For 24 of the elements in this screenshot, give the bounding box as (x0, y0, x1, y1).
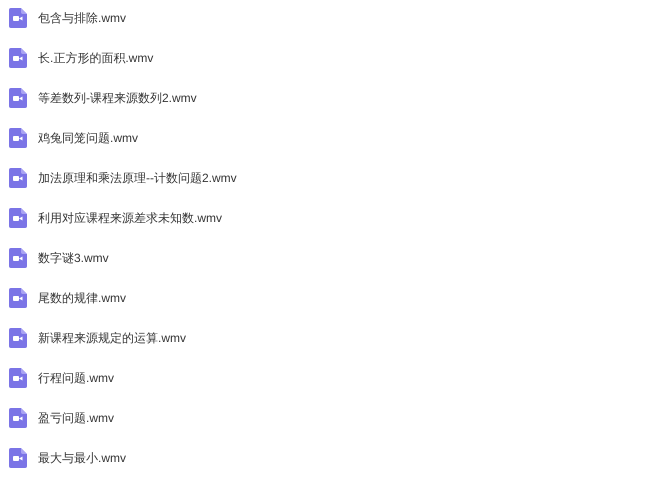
video-file-icon (9, 368, 27, 388)
video-file-icon (9, 8, 27, 28)
file-name[interactable]: 最大与最小.wmv (38, 449, 126, 467)
file-name[interactable]: 新课程来源规定的运算.wmv (38, 329, 186, 347)
file-name[interactable]: 鸡兔同笼问题.wmv (38, 129, 138, 147)
video-file-icon (9, 288, 27, 308)
file-name[interactable]: 行程问题.wmv (38, 369, 114, 387)
file-name[interactable]: 数字谜3.wmv (38, 249, 109, 267)
video-file-icon (9, 448, 27, 468)
file-name[interactable]: 等差数列-课程来源数列2.wmv (38, 89, 197, 107)
file-name[interactable]: 加法原理和乘法原理--计数问题2.wmv (38, 169, 237, 187)
video-file-icon (9, 168, 27, 188)
video-file-icon (9, 128, 27, 148)
video-file-icon (9, 408, 27, 428)
file-name[interactable]: 长.正方形的面积.wmv (38, 49, 154, 67)
file-name[interactable]: 尾数的规律.wmv (38, 289, 126, 307)
video-file-icon (9, 248, 27, 268)
video-file-icon (9, 88, 27, 108)
file-name[interactable]: 包含与排除.wmv (38, 9, 126, 27)
file-name[interactable]: 利用对应课程来源差求未知数.wmv (38, 209, 222, 227)
video-file-icon (9, 48, 27, 68)
video-file-icon (9, 208, 27, 228)
video-file-icon (9, 328, 27, 348)
file-name[interactable]: 盈亏问题.wmv (38, 409, 114, 427)
